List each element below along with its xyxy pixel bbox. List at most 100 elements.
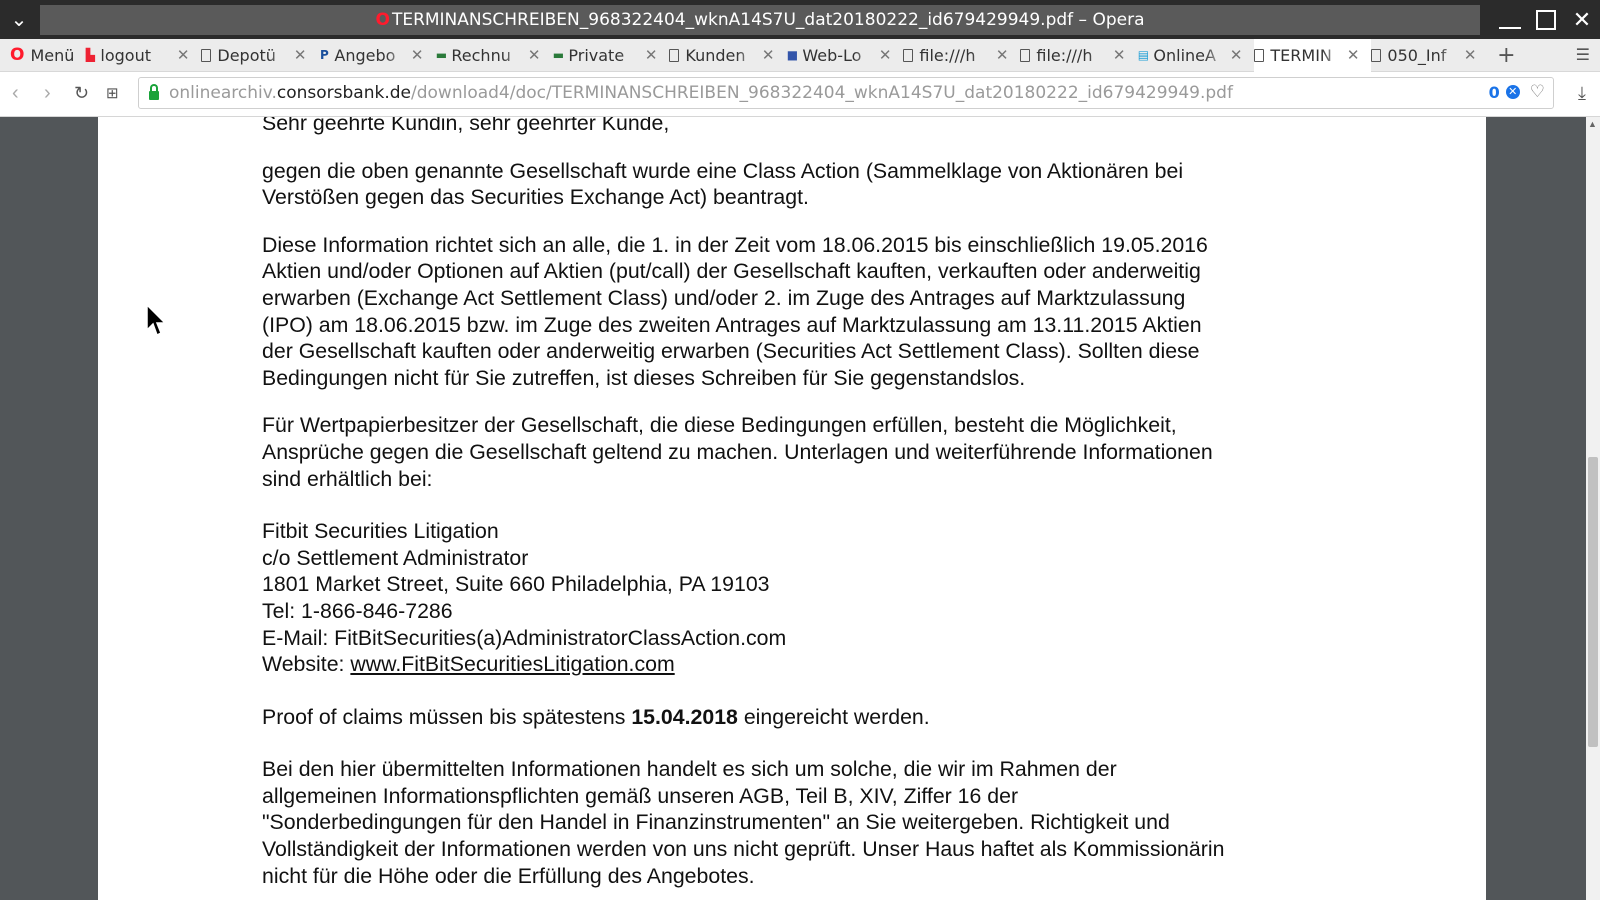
new-tab-button[interactable]: + bbox=[1488, 43, 1524, 68]
tab-0[interactable]: ▙ logout ✕ bbox=[84, 39, 201, 71]
url-text[interactable]: onlinearchiv.consorsbank.de/download4/do… bbox=[169, 83, 1233, 103]
scrollbar-thumb[interactable] bbox=[1588, 457, 1598, 747]
close-tab-icon[interactable]: ✕ bbox=[177, 46, 190, 64]
tab-10[interactable]: TERMIN ✕ bbox=[1254, 39, 1372, 72]
tab-label: Kunden bbox=[685, 45, 746, 65]
tab-label: 050_Inf bbox=[1387, 45, 1447, 65]
close-tab-icon[interactable]: ✕ bbox=[294, 46, 307, 64]
text-line: erwarben (Exchange Act Settlement Class)… bbox=[262, 285, 1186, 310]
dkv-icon: ▬ bbox=[552, 48, 565, 62]
window-title: TERMINANSCHREIBEN_968322404_wknA14S7U_da… bbox=[391, 10, 1145, 30]
web-icon: ■ bbox=[786, 48, 799, 62]
tab-8[interactable]: file:///h ✕ bbox=[1020, 39, 1137, 71]
close-tab-icon[interactable]: ✕ bbox=[528, 46, 541, 64]
tab-label: logout bbox=[100, 45, 151, 65]
scroll-up-arrow-icon[interactable]: ▲ bbox=[1588, 119, 1597, 129]
paypal-icon: P bbox=[319, 48, 329, 62]
tab-2[interactable]: P Angebo ✕ bbox=[318, 39, 435, 71]
tab-menu-icon[interactable]: ☰ bbox=[1576, 45, 1590, 64]
proof-of-claims-line: Proof of claims müssen bis spätestens 15… bbox=[262, 704, 930, 729]
bookmark-heart-icon[interactable]: ♡ bbox=[1530, 82, 1545, 102]
text-line: allgemeinen Informationspflichten gemäß … bbox=[262, 783, 1019, 808]
tab-label: file:///h bbox=[1036, 45, 1093, 65]
close-tab-icon[interactable]: ✕ bbox=[645, 46, 658, 64]
online-icon: ▤ bbox=[1137, 48, 1150, 62]
tab-9[interactable]: ▤ OnlineA ✕ bbox=[1137, 39, 1254, 71]
website-link[interactable]: www.FitBitSecuritiesLitigation.com bbox=[350, 652, 674, 676]
paragraph-class-action: gegen die oben genannte Gesellschaft wur… bbox=[262, 158, 1422, 211]
close-tab-icon[interactable]: ✕ bbox=[1230, 46, 1243, 64]
text-line: c/o Settlement Administrator bbox=[262, 545, 529, 570]
address-block: Fitbit Securities Litigation c/o Settleme… bbox=[262, 518, 1422, 651]
adblock-count[interactable]: 0 bbox=[1489, 83, 1500, 102]
tab-6[interactable]: ■ Web-Lo ✕ bbox=[786, 39, 903, 71]
menu-label: Menü bbox=[30, 45, 75, 65]
paragraph-claims: Für Wertpapierbesitzer der Gesellschaft,… bbox=[262, 412, 1422, 492]
tab-5[interactable]: Kunden ✕ bbox=[669, 39, 786, 71]
pdf-page: Sehr geehrte Kundin, sehr geehrter Kunde… bbox=[98, 117, 1486, 900]
text-line: E-Mail: FitBitSecurities(a)Administrator… bbox=[262, 625, 787, 650]
greeting: Sehr geehrte Kundin, sehr geehrter Kunde… bbox=[262, 117, 670, 135]
tab-1[interactable]: Depotü ✕ bbox=[201, 39, 318, 71]
close-tab-icon[interactable]: ✕ bbox=[1113, 46, 1126, 64]
lock-icon[interactable] bbox=[149, 83, 159, 100]
letter-content: Sehr geehrte Kundin, sehr geehrter Kunde… bbox=[262, 117, 1422, 889]
window-title-area[interactable]: O TERMINANSCHREIBEN_968322404_wknA14S7U_… bbox=[40, 5, 1480, 35]
download-icon[interactable]: ⤓ bbox=[1578, 83, 1586, 104]
tab-11[interactable]: 050_Inf ✕ bbox=[1371, 39, 1488, 71]
address-bar: ‹ › ↻ ⊞ onlinearchiv.consorsbank.de/down… bbox=[0, 72, 1600, 117]
deadline-date: 15.04.2018 bbox=[631, 704, 738, 729]
text-line: (IPO) am 18.06.2015 bzw. im Zuge des zwe… bbox=[262, 312, 1202, 337]
dkv-icon: ▬ bbox=[435, 48, 448, 62]
vertical-scrollbar[interactable]: ▲ bbox=[1586, 117, 1600, 900]
close-tab-icon[interactable]: ✕ bbox=[762, 46, 775, 64]
text-line: Tel: 1-866-846-7286 bbox=[262, 598, 453, 623]
title-bar: ⌄ O TERMINANSCHREIBEN_968322404_wknA14S7… bbox=[0, 0, 1600, 39]
tab-3[interactable]: ▬ Rechnu ✕ bbox=[435, 39, 552, 71]
close-tab-icon[interactable]: ✕ bbox=[411, 46, 424, 64]
document-icon bbox=[1371, 48, 1382, 62]
tab-bar: O Menü ▙ logout ✕ Depotü ✕ P Angebo ✕ ▬ Rechnu ✕ ▬ P… bbox=[0, 39, 1600, 72]
tab-label: file:///h bbox=[919, 45, 976, 65]
window-controls: ✕ bbox=[1492, 0, 1600, 39]
text-line: der Gesellschaft kauften oder anderweiti… bbox=[262, 339, 1200, 364]
speed-dial-icon[interactable]: ⊞ bbox=[106, 84, 119, 102]
pdf-viewer[interactable]: Sehr geehrte Kundin, sehr geehrter Kunde… bbox=[0, 117, 1600, 900]
text-line: Aktien und/oder Optionen auf Aktien (put… bbox=[262, 259, 1201, 284]
document-icon bbox=[669, 48, 680, 62]
paragraph-disclaimer: Bei den hier übermittelten Informationen… bbox=[262, 756, 1422, 889]
minimize-button[interactable] bbox=[1492, 0, 1528, 39]
document-icon bbox=[1254, 49, 1265, 62]
chevron-down-icon[interactable]: ⌄ bbox=[4, 4, 34, 34]
close-tab-icon[interactable]: ✕ bbox=[879, 46, 892, 64]
paragraph-eligibility: Diese Information richtet sich an alle, … bbox=[262, 232, 1422, 392]
close-tab-icon[interactable]: ✕ bbox=[996, 46, 1009, 64]
text-line: Vollständigkeit der Informationen werden… bbox=[262, 837, 1225, 862]
close-tab-icon[interactable]: ✕ bbox=[1347, 46, 1360, 64]
tab-label: Depotü bbox=[217, 45, 276, 65]
document-icon bbox=[1020, 48, 1031, 62]
close-tab-icon[interactable]: ✕ bbox=[1464, 46, 1477, 64]
forward-button[interactable]: › bbox=[44, 82, 51, 105]
text-line: Für Wertpapierbesitzer der Gesellschaft,… bbox=[262, 413, 1177, 438]
url-field[interactable]: onlinearchiv.consorsbank.de/download4/do… bbox=[138, 77, 1554, 109]
text-line: Bedingungen nicht für Sie zutreffen, ist… bbox=[262, 365, 1026, 390]
tab-label: Rechnu bbox=[451, 45, 511, 65]
tab-label: TERMIN bbox=[1270, 46, 1332, 65]
maximize-button[interactable] bbox=[1528, 0, 1564, 39]
close-window-button[interactable]: ✕ bbox=[1564, 0, 1600, 39]
reload-button[interactable]: ↻ bbox=[74, 83, 89, 104]
document-icon bbox=[903, 48, 914, 62]
adblock-icon[interactable]: ✕ bbox=[1505, 85, 1520, 99]
text-line: 1801 Market Street, Suite 660 Philadelph… bbox=[262, 572, 770, 597]
tab-label: Web-Lo bbox=[802, 45, 862, 65]
text-line: Verstößen gegen das Securities Exchange … bbox=[262, 185, 809, 210]
text-line: Ansprüche gegen die Gesellschaft geltend… bbox=[262, 439, 1213, 464]
tab-7[interactable]: file:///h ✕ bbox=[903, 39, 1020, 71]
tab-4[interactable]: ▬ Private ✕ bbox=[552, 39, 669, 71]
back-button[interactable]: ‹ bbox=[12, 82, 19, 105]
tab-label: Angebo bbox=[334, 45, 396, 65]
opera-menu-button[interactable]: O Menü bbox=[0, 39, 84, 71]
mouse-cursor-icon bbox=[146, 304, 167, 337]
text-line: gegen die oben genannte Gesellschaft wur… bbox=[262, 158, 1184, 183]
